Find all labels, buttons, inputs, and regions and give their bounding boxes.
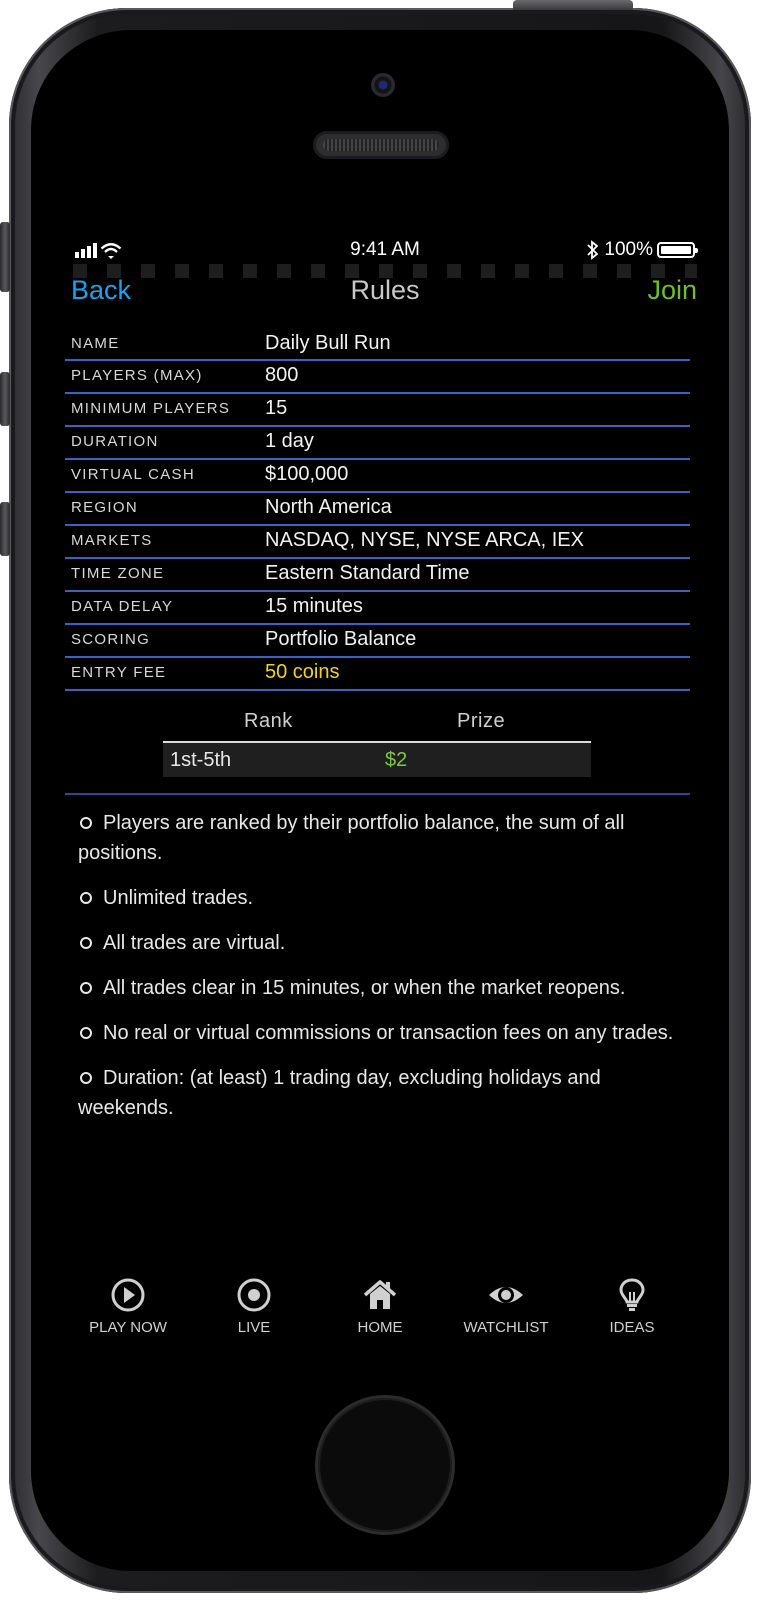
home-button[interactable] [318, 1398, 452, 1532]
list-item: No real or virtual commissions or transa… [78, 1018, 678, 1048]
tab-label: HOME [357, 1319, 403, 1336]
bullet-circle-icon [80, 891, 92, 904]
rule-value: Eastern Standard Time [265, 562, 470, 584]
rule-label: REGION [71, 499, 138, 516]
tab-label: IDEAS [609, 1319, 655, 1336]
earpiece-speaker [313, 131, 449, 159]
rule-row-data-delay: DATA DELAY 15 minutes [65, 592, 690, 625]
home-icon [363, 1280, 397, 1309]
bluetooth-icon [587, 240, 599, 260]
rules-table: NAME Daily Bull Run PLAYERS (MAX) 800 MI… [65, 329, 690, 691]
bullet-text: Players are ranked by their portfolio ba… [78, 812, 625, 864]
bullet-text: Duration: (at least) 1 trading day, excl… [78, 1067, 601, 1119]
prize-table-header: Rank Prize [65, 710, 690, 740]
rule-label: NAME [71, 335, 120, 352]
battery-icon [657, 242, 698, 258]
tab-home[interactable]: HOME [317, 1277, 443, 1336]
list-item: Unlimited trades. [78, 883, 678, 913]
tab-label: LIVE [237, 1319, 271, 1336]
mute-switch [0, 222, 10, 292]
rule-value: 15 [265, 397, 288, 419]
rule-label: MINIMUM PLAYERS [71, 400, 231, 417]
rule-row-virtual-cash: VIRTUAL CASH $100,000 [65, 460, 690, 493]
power-button [513, 0, 633, 10]
rule-row-region: REGION North America [65, 493, 690, 526]
tab-live[interactable]: LIVE [191, 1277, 317, 1336]
rule-value: 800 [265, 364, 299, 386]
rule-row-scoring: SCORING Portfolio Balance [65, 625, 690, 658]
rule-value: NASDAQ, NYSE, NYSE ARCA, IEX [265, 529, 584, 551]
rule-label: ENTRY FEE [71, 664, 167, 681]
bullet-circle-icon [80, 1071, 92, 1084]
rule-label: VIRTUAL CASH [71, 466, 195, 483]
list-item: Duration: (at least) 1 trading day, excl… [78, 1063, 678, 1123]
prize-header: Prize [457, 710, 506, 732]
prize-amount: $2 [385, 749, 408, 771]
rule-row-name: NAME Daily Bull Run [65, 329, 690, 361]
rule-value: North America [265, 496, 392, 518]
join-button[interactable]: Join [647, 275, 697, 306]
rule-label: PLAYERS (MAX) [71, 367, 203, 384]
rule-row-entry-fee: ENTRY FEE 50 coins [65, 658, 690, 691]
bullet-text: All trades clear in 15 minutes, or when … [103, 977, 626, 999]
rank-header: Rank [244, 710, 293, 732]
list-item: Players are ranked by their portfolio ba… [78, 808, 678, 868]
rule-label: DURATION [71, 433, 159, 450]
rules-bullet-list: Players are ranked by their portfolio ba… [78, 808, 678, 1138]
rule-label: SCORING [71, 631, 151, 648]
rule-row-duration: DURATION 1 day [65, 427, 690, 460]
bullet-circle-icon [80, 816, 92, 829]
navigation-bar: Back Rules Join [65, 272, 705, 312]
eye-icon [489, 1287, 523, 1303]
list-item: All trades are virtual. [78, 928, 678, 958]
rule-label: TIME ZONE [71, 565, 165, 582]
app-screen: 9:41 AM 100% Back Rules Join NAME Daily … [65, 230, 705, 1365]
rule-row-players-max: PLAYERS (MAX) 800 [65, 361, 690, 394]
battery-percent: 100% [604, 239, 653, 260]
entry-fee-value: 50 coins [265, 661, 340, 683]
bullet-circle-icon [80, 936, 92, 949]
rule-row-time-zone: TIME ZONE Eastern Standard Time [65, 559, 690, 592]
tab-label: WATCHLIST [463, 1319, 549, 1336]
rule-value: 15 minutes [265, 595, 363, 617]
rule-value: $100,000 [265, 463, 349, 485]
rule-value: Portfolio Balance [265, 628, 417, 650]
tab-ideas[interactable]: IDEAS [569, 1277, 695, 1336]
rule-value: Daily Bull Run [265, 332, 391, 354]
lightbulb-icon [619, 1278, 645, 1311]
rule-value: 1 day [265, 430, 314, 452]
prize-rank: 1st-5th [170, 749, 232, 771]
bullet-circle-icon [80, 1026, 92, 1039]
volume-down-button [0, 502, 10, 556]
page-title: Rules [350, 275, 420, 305]
bullet-circle-icon [80, 981, 92, 994]
front-camera [371, 73, 395, 97]
tab-watchlist[interactable]: WATCHLIST [443, 1277, 569, 1336]
section-divider [65, 793, 690, 795]
bullet-text: All trades are virtual. [103, 932, 286, 954]
rule-label: MARKETS [71, 532, 153, 549]
prize-table-row: 1st-5th $2 [163, 741, 591, 777]
bullet-text: No real or virtual commissions or transa… [103, 1022, 674, 1044]
volume-up-button [0, 372, 10, 426]
rule-label: DATA DELAY [71, 598, 174, 615]
tab-play-now[interactable]: PLAY NOW [65, 1277, 191, 1336]
tab-label: PLAY NOW [89, 1319, 167, 1336]
list-item: All trades clear in 15 minutes, or when … [78, 973, 678, 1003]
bullet-text: Unlimited trades. [103, 887, 254, 909]
live-target-icon [237, 1278, 271, 1312]
play-icon [111, 1278, 145, 1312]
rule-row-markets: MARKETS NASDAQ, NYSE, NYSE ARCA, IEX [65, 526, 690, 559]
tab-bar: PLAY NOW LIVE HOME WATCHLIST IDEAS [65, 1277, 705, 1347]
rule-row-minimum-players: MINIMUM PLAYERS 15 [65, 394, 690, 427]
status-right: 100% [586, 239, 698, 261]
